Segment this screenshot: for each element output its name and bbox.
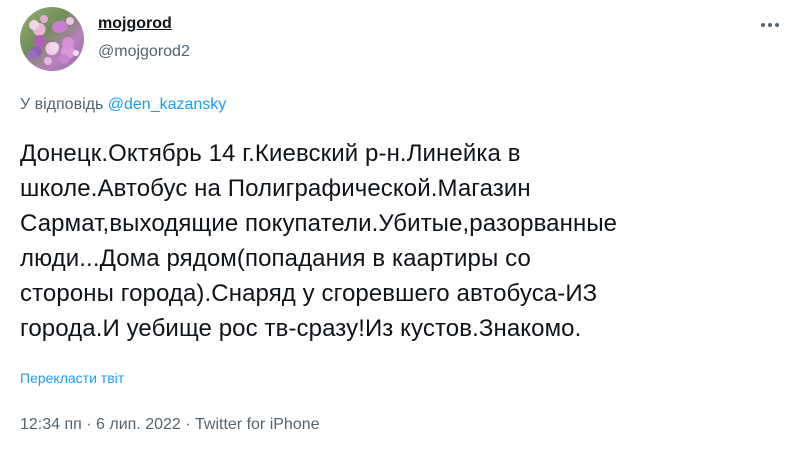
reply-mention-link[interactable]: @den_kazansky — [108, 96, 227, 113]
tweet-line: Сармат,выходящие покупатели.Убитые,разор… — [20, 210, 618, 237]
tweet-text: Донецк.Октябрь 14 г.Киевский р-н.Линейка… — [20, 136, 790, 346]
tweet-line: люди...Дома рядом(попадания в каартиры с… — [20, 245, 531, 272]
reply-prefix: У відповідь — [20, 96, 104, 113]
more-options-button[interactable] — [757, 13, 783, 37]
avatar[interactable] — [20, 7, 84, 71]
user-name[interactable]: mojgorod — [98, 15, 172, 33]
tweet-line: стороны города).Снаряд у сгоревшего авто… — [20, 280, 598, 307]
tweet-line: Донецк.Октябрь 14 г.Киевский р-н.Линейка… — [20, 140, 521, 167]
tweet-metadata[interactable]: 12:34 пп · 6 лип. 2022 · Twitter for iPh… — [20, 416, 320, 434]
flowers-avatar-icon — [27, 15, 79, 65]
more-options-icon — [761, 23, 779, 27]
reply-to: У відповідь @den_kazansky — [20, 96, 226, 114]
translate-tweet-link[interactable]: Перекласти твіт — [20, 370, 124, 386]
tweet-line: школе.Автобус на Полиграфической.Магазин — [20, 175, 531, 202]
tweet-card: mojgorod @mojgorod2 У відповідь @den_kaz… — [0, 0, 806, 464]
tweet-line: города.И уебище рос тв-сразу!Из кустов.З… — [20, 315, 582, 342]
user-handle[interactable]: @mojgorod2 — [98, 43, 190, 61]
